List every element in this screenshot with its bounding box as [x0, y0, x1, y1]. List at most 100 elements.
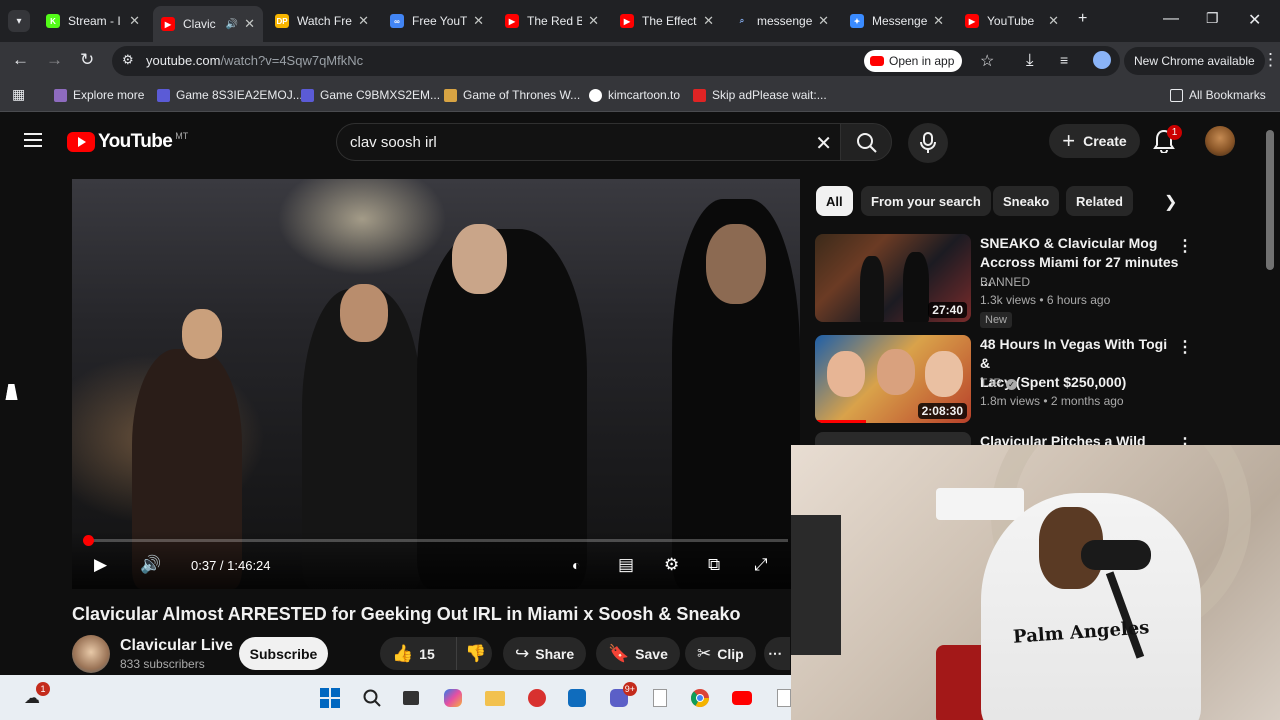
task-view-icon[interactable]	[399, 686, 423, 710]
close-tab-icon[interactable]: ✕	[358, 13, 369, 29]
page-scrollbar[interactable]	[1266, 130, 1274, 270]
play-icon[interactable]: ▶	[94, 555, 107, 575]
youtube-logo[interactable]: YouTube MT	[67, 131, 188, 153]
video-thumbnail[interactable]	[815, 432, 971, 446]
taskbar-search-icon[interactable]	[360, 686, 384, 710]
recommendation-item[interactable]: 27:40 SNEAKO & Clavicular Mog Accross Mia…	[815, 234, 1205, 330]
search-button[interactable]	[840, 123, 892, 161]
browser-tab[interactable]: ▶ The Red B ✕	[497, 6, 607, 36]
channel-avatar[interactable]	[72, 635, 110, 673]
file-explorer-icon[interactable]	[483, 686, 507, 710]
youtube-taskbar-icon[interactable]	[730, 686, 754, 710]
recommendation-channel[interactable]: TJR ✓	[980, 376, 1017, 390]
apps-grid-icon[interactable]: ▦	[12, 86, 25, 103]
chrome-icon[interactable]	[688, 686, 712, 710]
bookmark-star-icon[interactable]: ☆	[980, 51, 994, 71]
notepad-icon[interactable]	[648, 686, 672, 710]
progress-scrubber[interactable]	[83, 535, 95, 546]
teams-icon[interactable]: 9+	[607, 682, 637, 710]
media-controls-icon[interactable]: ≡	[1060, 52, 1068, 68]
bookmark-item[interactable]: Game 8S3IEA2EMOJ...	[157, 88, 303, 102]
outlook-icon[interactable]	[565, 686, 589, 710]
chrome-menu-icon[interactable]: ⋮	[1262, 50, 1279, 70]
close-tab-icon[interactable]: ✕	[588, 13, 599, 29]
account-avatar[interactable]	[1205, 126, 1235, 156]
document-icon[interactable]	[772, 686, 796, 710]
dislike-button[interactable]: 👎	[456, 637, 492, 670]
close-tab-icon[interactable]: ✕	[129, 13, 140, 29]
search-input[interactable]: clav soosh irl ✕	[336, 123, 840, 161]
close-tab-icon[interactable]: ✕	[1048, 13, 1059, 29]
subtitles-icon[interactable]: ▤	[618, 555, 634, 575]
notifications-button[interactable]: 1	[1153, 125, 1182, 155]
profile-icon[interactable]	[1093, 51, 1111, 69]
browser-tab[interactable]: ⌕ messenge ✕	[727, 6, 837, 36]
chip-sneako[interactable]: Sneako	[993, 186, 1060, 216]
like-button[interactable]: 👍 15	[380, 637, 456, 670]
fullscreen-icon[interactable]: ⤢	[754, 555, 768, 575]
restore-icon[interactable]: ❐	[1206, 10, 1219, 27]
weather-widget-icon[interactable]: ☁ 1	[20, 682, 50, 710]
recommendation-title[interactable]: Clavicular Pitches a Wild	[980, 432, 1180, 446]
address-bar[interactable]: ⚙ youtube.com/watch?v=4Sqw7qMfkNc Open i…	[112, 46, 1120, 76]
start-button[interactable]	[318, 686, 342, 710]
clip-button[interactable]: ✂ Clip	[685, 637, 756, 670]
share-button[interactable]: ↪ Share	[503, 637, 587, 670]
browser-tab[interactable]: ✦ Messenge ✕	[842, 6, 952, 36]
voice-search-button[interactable]	[908, 123, 948, 163]
browser-tab[interactable]: DP Watch Fre ✕	[267, 6, 377, 36]
browser-tab[interactable]: ▶ Clavic 🔊 ✕	[153, 6, 263, 42]
bookmark-item[interactable]: kimcartoon.to	[589, 88, 680, 102]
more-vertical-icon[interactable]: ⋮	[1177, 236, 1193, 256]
chip-related[interactable]: Related	[1066, 186, 1133, 216]
more-actions-button[interactable]: ⋯	[764, 637, 790, 670]
all-bookmarks-button[interactable]: All Bookmarks	[1170, 88, 1266, 102]
create-button[interactable]: + Create	[1049, 124, 1140, 158]
close-tab-icon[interactable]: ✕	[703, 13, 714, 29]
open-in-app-button[interactable]: Open in app	[864, 50, 963, 72]
close-tab-icon[interactable]: ✕	[473, 13, 484, 29]
site-info-icon[interactable]: ⚙	[122, 52, 134, 68]
chip-from-your-search[interactable]: From your search	[861, 186, 991, 216]
close-tab-icon[interactable]: ✕	[818, 13, 829, 29]
download-icon[interactable]: ⤓	[1026, 50, 1034, 70]
close-tab-icon[interactable]: ✕	[933, 13, 944, 29]
miniplayer-icon[interactable]: ⧉	[708, 555, 720, 575]
browser-tab[interactable]: ∞ Free YouT ✕	[382, 6, 492, 36]
browser-tab[interactable]: K Stream - I ✕	[38, 6, 148, 36]
volume-icon[interactable]: 🔊	[140, 555, 161, 575]
chevron-right-icon[interactable]: ❯	[1164, 192, 1177, 212]
video-thumbnail[interactable]: 2:08:30	[815, 335, 971, 423]
subscribe-button[interactable]: Subscribe	[239, 637, 328, 670]
copilot-icon[interactable]	[441, 686, 465, 710]
guide-menu-icon[interactable]	[24, 133, 42, 147]
recommendation-item[interactable]: Clavicular Pitches a Wild ⋮	[815, 432, 1205, 446]
more-vertical-icon[interactable]: ⋮	[1177, 337, 1193, 357]
forward-icon[interactable]: →	[46, 50, 63, 70]
recommendation-channel[interactable]: BANNED	[980, 275, 1030, 289]
channel-name[interactable]: Clavicular Live	[120, 637, 233, 655]
app-icon[interactable]	[525, 686, 549, 710]
reload-icon[interactable]: ↻	[80, 50, 94, 70]
clear-search-icon[interactable]: ✕	[815, 131, 832, 156]
video-thumbnail[interactable]: 27:40	[815, 234, 971, 322]
back-icon[interactable]: ←	[12, 50, 29, 70]
close-window-icon[interactable]: ✕	[1248, 10, 1261, 30]
settings-gear-icon[interactable]: ⚙	[664, 555, 679, 575]
minimize-icon[interactable]: —	[1163, 10, 1179, 28]
tab-audio-icon[interactable]: 🔊	[226, 19, 238, 30]
chip-all[interactable]: All	[816, 186, 853, 216]
close-tab-icon[interactable]: ✕	[244, 16, 255, 32]
new-tab-icon[interactable]: +	[1078, 10, 1087, 28]
bookmark-item[interactable]: Game C9BMXS2EM...	[301, 88, 440, 102]
url-text[interactable]: youtube.com/watch?v=4Sqw7qMfkNc	[146, 53, 363, 68]
browser-tab[interactable]: ▶ The Effect ✕	[612, 6, 722, 36]
bookmark-item[interactable]: Explore more	[54, 88, 144, 102]
progress-bar[interactable]	[83, 535, 788, 546]
recommendation-item[interactable]: 2:08:30 48 Hours In Vegas With Togi & Lac…	[815, 335, 1205, 431]
bookmark-item[interactable]: Game of Thrones W...	[444, 88, 580, 102]
tab-search-button[interactable]: ▾	[8, 10, 30, 32]
new-chrome-available-button[interactable]: New Chrome available	[1124, 47, 1265, 75]
autoplay-toggle-icon[interactable]: ◐	[572, 557, 580, 573]
save-button[interactable]: 🔖 Save	[596, 637, 680, 670]
